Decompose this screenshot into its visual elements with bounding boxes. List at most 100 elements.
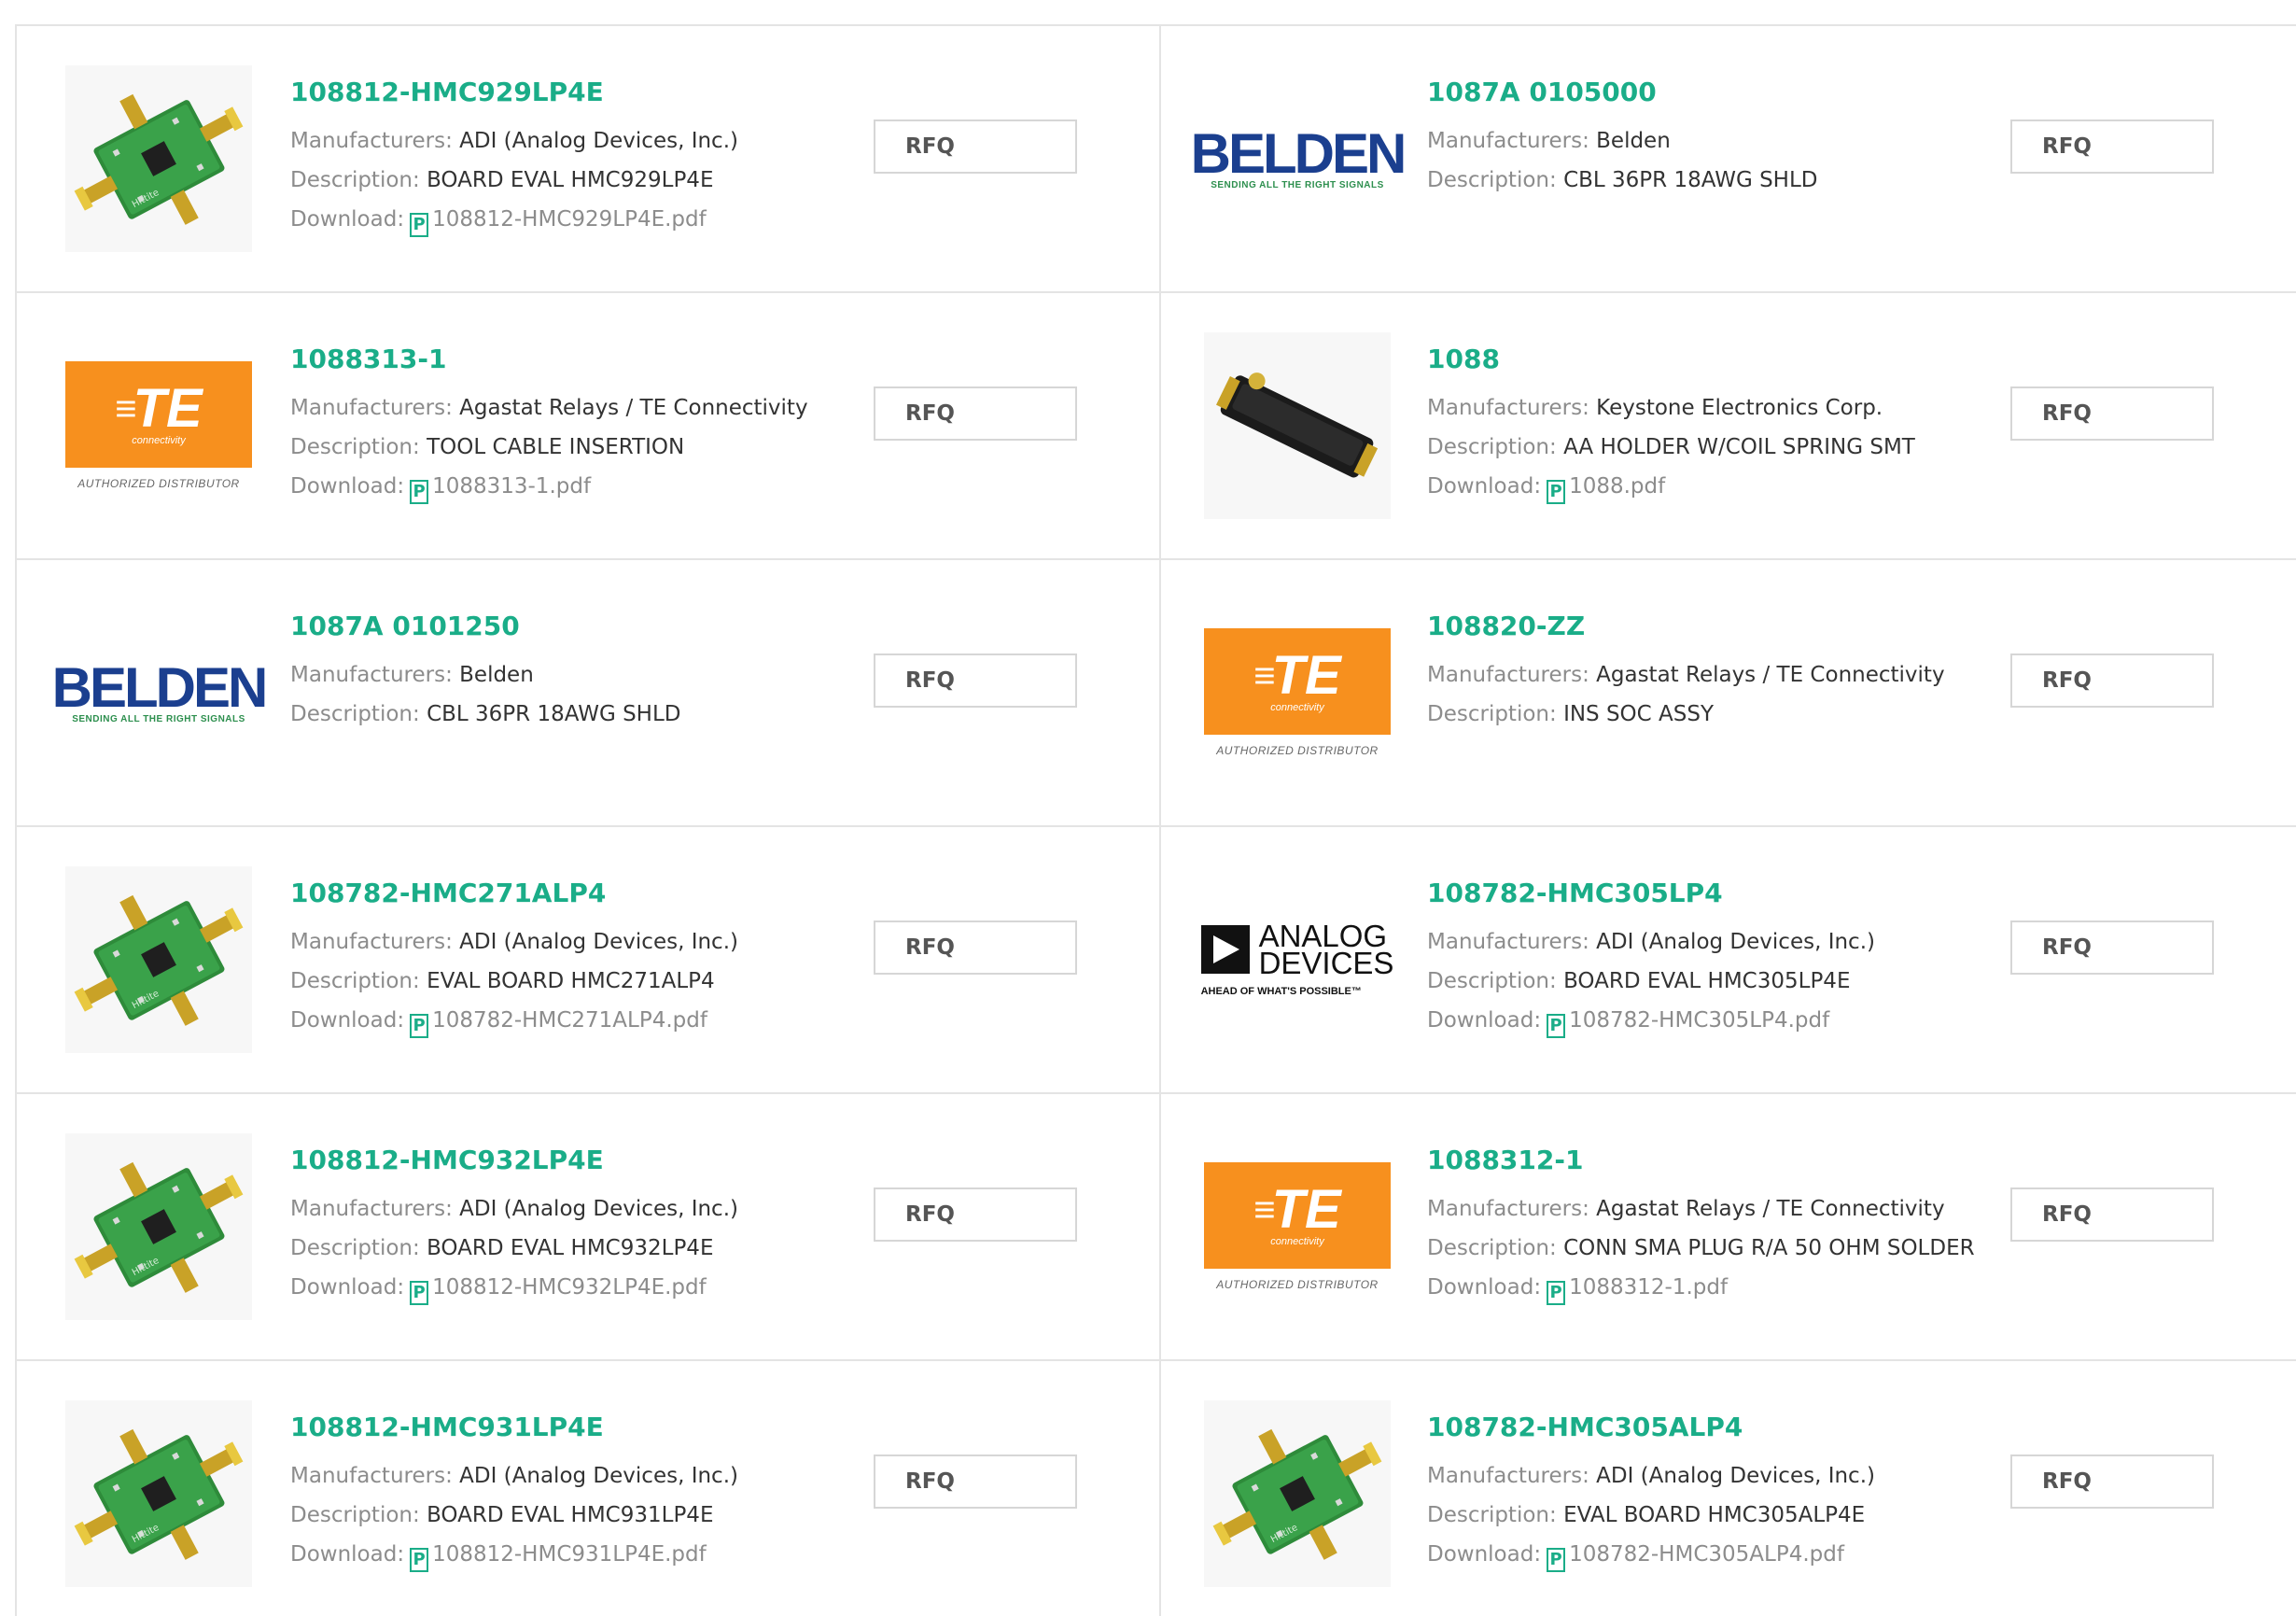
rfq-button[interactable]: RFQ <box>2010 1454 2214 1509</box>
description-row: Description: TOOL CABLE INSERTION <box>290 428 850 467</box>
product-card: Hittite 108812-HMC929LP4E Manufacturers:… <box>17 26 1161 293</box>
pdf-file-icon: P <box>410 213 429 237</box>
pdf-file-icon: P <box>1547 1548 1566 1572</box>
part-number-link[interactable]: 1087A 0101250 <box>290 611 850 642</box>
belden-logo-icon: BELDEN SENDING ALL THE RIGHT SIGNALS <box>52 659 269 724</box>
datasheet-link[interactable]: 1088313-1.pdf <box>432 474 591 499</box>
part-number-link[interactable]: 108782-HMC305ALP4 <box>1427 1412 1987 1443</box>
manufacturer-value: Belden <box>1596 129 1671 153</box>
product-image[interactable]: Hittite <box>63 1398 254 1589</box>
part-number-link[interactable]: 108812-HMC931LP4E <box>290 1412 850 1443</box>
download-row: Download: P 108782-HMC305LP4.pdf <box>1427 1001 1987 1040</box>
manufacturer-row: Manufacturers: Keystone Electronics Corp… <box>1427 388 1987 428</box>
datasheet-link[interactable]: 108782-HMC305LP4.pdf <box>1569 1008 1829 1033</box>
product-info: 1087A 0105000 Manufacturers: Belden Desc… <box>1427 77 1987 200</box>
download-label: Download: <box>1427 1542 1542 1567</box>
manufacturer-value: Agastat Relays / TE Connectivity <box>459 396 808 420</box>
manufacturer-row: Manufacturers: ADI (Analog Devices, Inc.… <box>290 922 850 962</box>
manufacturer-label: Manufacturers: <box>1427 663 1589 687</box>
product-card: ≡TE connectivity AUTHORIZED DISTRIBUTOR … <box>1161 1094 2296 1361</box>
rfq-button[interactable]: RFQ <box>874 920 1077 975</box>
manufacturer-row: Manufacturers: ADI (Analog Devices, Inc.… <box>1427 922 1987 962</box>
te-logo-letters: TE <box>1271 645 1341 706</box>
manufacturer-value: ADI (Analog Devices, Inc.) <box>459 930 738 954</box>
product-image[interactable]: Hittite <box>63 63 254 254</box>
product-image[interactable]: ≡TE connectivity AUTHORIZED DISTRIBUTOR <box>63 330 254 521</box>
te-logo-mark: ≡TE <box>1253 645 1341 706</box>
pdf-file-icon: P <box>410 1548 429 1572</box>
eval-board-icon: Hittite <box>65 65 252 252</box>
manufacturer-label: Manufacturers: <box>290 1464 453 1488</box>
product-image[interactable]: Hittite <box>1202 1398 1393 1589</box>
datasheet-link[interactable]: 108812-HMC929LP4E.pdf <box>432 207 707 232</box>
description-label: Description: <box>1427 1236 1557 1260</box>
part-number-link[interactable]: 1087A 0105000 <box>1427 77 1987 108</box>
te-logo-sub: connectivity <box>1270 702 1324 713</box>
part-number-link[interactable]: 1088312-1 <box>1427 1145 1987 1176</box>
product-image[interactable]: Hittite <box>63 864 254 1055</box>
description-label: Description: <box>290 969 420 993</box>
datasheet-link[interactable]: 108782-HMC305ALP4.pdf <box>1569 1542 1844 1567</box>
product-image[interactable]: BELDEN SENDING ALL THE RIGHT SIGNALS <box>1191 63 1407 254</box>
product-image[interactable] <box>1202 330 1393 521</box>
datasheet-link[interactable]: 108812-HMC931LP4E.pdf <box>432 1542 707 1567</box>
belden-logo-icon: BELDEN SENDING ALL THE RIGHT SIGNALS <box>1191 125 1407 190</box>
rfq-button[interactable]: RFQ <box>874 386 1077 441</box>
product-card: BELDEN SENDING ALL THE RIGHT SIGNALS 108… <box>17 560 1161 827</box>
manufacturer-value: ADI (Analog Devices, Inc.) <box>459 129 738 153</box>
product-image[interactable]: BELDEN SENDING ALL THE RIGHT SIGNALS <box>52 597 269 788</box>
rfq-button[interactable]: RFQ <box>2010 386 2214 441</box>
manufacturer-value: Belden <box>459 663 534 687</box>
part-number-link[interactable]: 108820-ZZ <box>1427 611 1987 642</box>
download-label: Download: <box>1427 1008 1542 1033</box>
description-value: INS SOC ASSY <box>1563 702 1715 726</box>
part-number-link[interactable]: 108812-HMC929LP4E <box>290 77 850 108</box>
rfq-button[interactable]: RFQ <box>874 653 1077 708</box>
te-authorized-distributor: AUTHORIZED DISTRIBUTOR <box>1216 1278 1379 1291</box>
manufacturer-label: Manufacturers: <box>290 396 453 420</box>
product-card: ≡TE connectivity AUTHORIZED DISTRIBUTOR … <box>1161 560 2296 827</box>
manufacturer-row: Manufacturers: ADI (Analog Devices, Inc.… <box>1427 1456 1987 1496</box>
eval-board-icon: Hittite <box>65 866 252 1053</box>
manufacturer-row: Manufacturers: Belden <box>1427 121 1987 161</box>
product-image[interactable]: ANALOG DEVICES AHEAD OF WHAT'S POSSIBLE™ <box>1200 864 1393 1055</box>
product-card: Hittite 108812-HMC931LP4E Manufacturers:… <box>17 1361 1161 1616</box>
datasheet-link[interactable]: 1088312-1.pdf <box>1569 1275 1728 1300</box>
pdf-file-icon: P <box>1547 1281 1566 1305</box>
rfq-button[interactable]: RFQ <box>2010 653 2214 708</box>
product-image[interactable]: ≡TE connectivity AUTHORIZED DISTRIBUTOR <box>1202 1131 1393 1322</box>
manufacturer-label: Manufacturers: <box>290 663 453 687</box>
product-info: 1087A 0101250 Manufacturers: Belden Desc… <box>290 611 850 734</box>
product-info: 108820-ZZ Manufacturers: Agastat Relays … <box>1427 611 1987 734</box>
manufacturer-value: Agastat Relays / TE Connectivity <box>1596 663 1945 687</box>
rfq-button[interactable]: RFQ <box>2010 1187 2214 1242</box>
part-number-link[interactable]: 1088313-1 <box>290 344 850 375</box>
product-image[interactable]: ≡TE connectivity AUTHORIZED DISTRIBUTOR <box>1202 597 1393 788</box>
rfq-button[interactable]: RFQ <box>874 1454 1077 1509</box>
datasheet-link[interactable]: 108782-HMC271ALP4.pdf <box>432 1008 707 1033</box>
manufacturer-label: Manufacturers: <box>1427 129 1589 153</box>
part-number-link[interactable]: 108782-HMC305LP4 <box>1427 878 1987 909</box>
datasheet-link[interactable]: 108812-HMC932LP4E.pdf <box>432 1275 707 1300</box>
rfq-button[interactable]: RFQ <box>2010 920 2214 975</box>
te-logo-box: ≡TE connectivity <box>1204 628 1391 735</box>
product-image[interactable]: Hittite <box>63 1131 254 1322</box>
te-logo-letters: TE <box>133 378 203 439</box>
part-number-link[interactable]: 1088 <box>1427 344 1987 375</box>
rfq-button[interactable]: RFQ <box>874 1187 1077 1242</box>
rfq-button[interactable]: RFQ <box>874 119 1077 174</box>
te-connectivity-logo-icon: ≡TE connectivity AUTHORIZED DISTRIBUTOR <box>65 361 252 490</box>
product-card: BELDEN SENDING ALL THE RIGHT SIGNALS 108… <box>1161 26 2296 293</box>
description-row: Description: BOARD EVAL HMC932LP4E <box>290 1229 850 1268</box>
te-connectivity-logo-icon: ≡TE connectivity AUTHORIZED DISTRIBUTOR <box>1204 1162 1391 1291</box>
part-number-link[interactable]: 108782-HMC271ALP4 <box>290 878 850 909</box>
analog-logo-tagline: AHEAD OF WHAT'S POSSIBLE™ <box>1200 986 1362 997</box>
download-row: Download: P 108812-HMC929LP4E.pdf <box>290 200 850 239</box>
part-number-link[interactable]: 108812-HMC932LP4E <box>290 1145 850 1176</box>
belden-logo-tagline: SENDING ALL THE RIGHT SIGNALS <box>1211 179 1384 190</box>
manufacturer-label: Manufacturers: <box>1427 1464 1589 1488</box>
manufacturer-label: Manufacturers: <box>1427 396 1589 420</box>
rfq-button[interactable]: RFQ <box>2010 119 2214 174</box>
datasheet-link[interactable]: 1088.pdf <box>1569 474 1665 499</box>
product-info: 1088312-1 Manufacturers: Agastat Relays … <box>1427 1145 1987 1307</box>
